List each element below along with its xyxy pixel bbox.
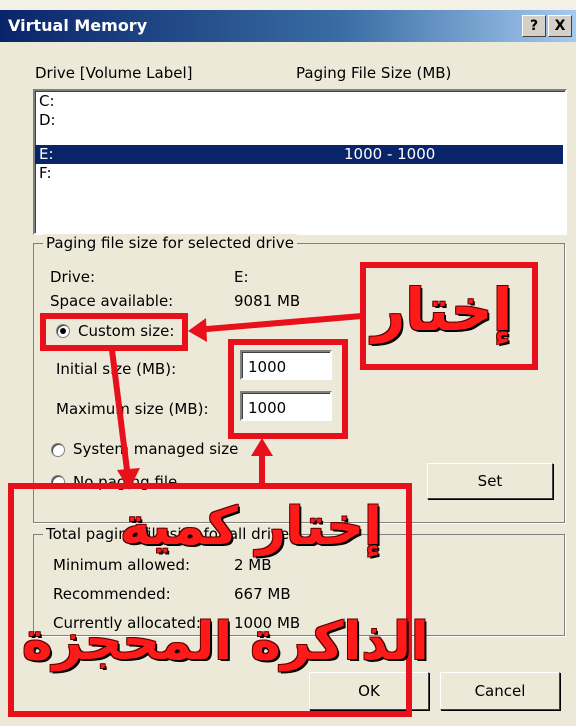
arrow-head-size-inputs (251, 438, 273, 456)
choose-amount-annotation: إختار كمية (120, 497, 382, 557)
arrow-head-custom-size (188, 318, 207, 342)
choose-annotation: إختار (372, 276, 513, 344)
reserved-memory-annotation: الذاكرة المحجزة (22, 612, 429, 672)
arrow-head-down (117, 468, 140, 490)
arrow-to-custom-size (194, 313, 363, 333)
arrow-from-custom-size (109, 349, 131, 479)
